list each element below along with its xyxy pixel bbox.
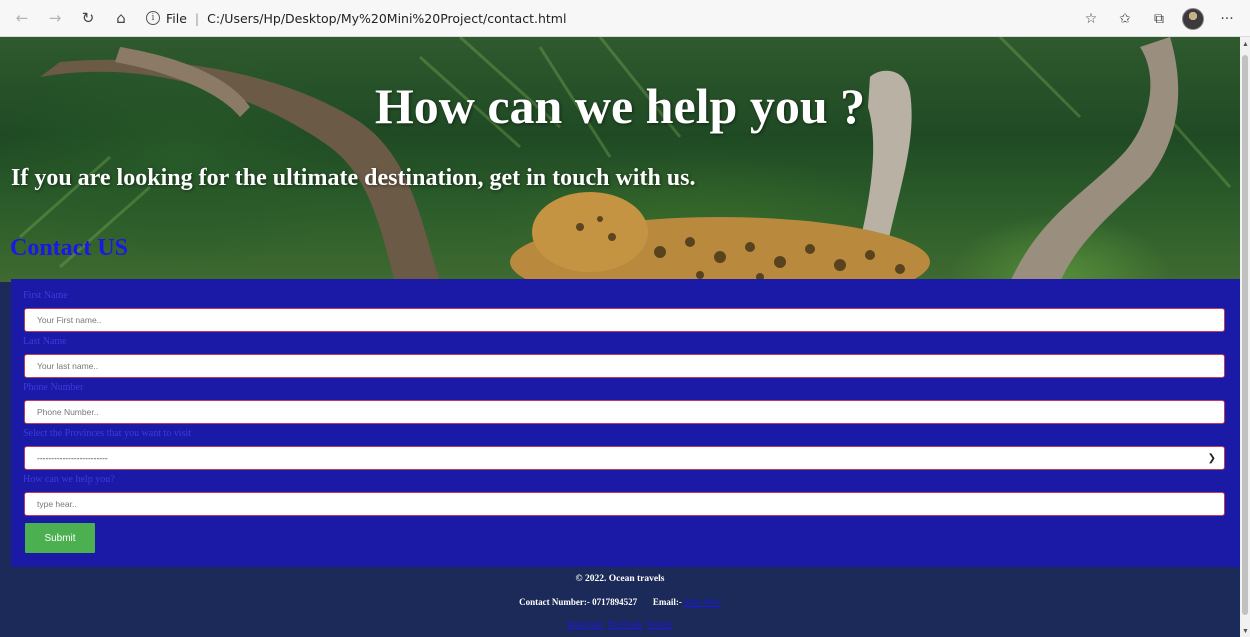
file-label: File — [166, 10, 187, 26]
phone-number-field[interactable]: Phone Number.. — [24, 400, 1225, 424]
first-name-field[interactable]: Your First name.. — [24, 308, 1225, 332]
page-viewport: How can we help you ? If you are looking… — [0, 37, 1240, 637]
email-label: Email:- — [652, 597, 682, 607]
scroll-up-icon[interactable]: ▲ — [1242, 40, 1249, 48]
browser-actions: ☆ ✩ ⧉ ··· — [1074, 0, 1244, 37]
contact-form: First Name Your First name.. Last Name Y… — [11, 279, 1240, 567]
province-selected-value: ------------------------- — [37, 453, 108, 463]
more-icon[interactable]: ··· — [1210, 11, 1244, 27]
hero-subtitle: If you are looking for the ultimate dest… — [11, 165, 696, 191]
scrollbar-thumb[interactable] — [1242, 55, 1248, 615]
footer-copyright: © 2022. Ocean travels — [575, 574, 665, 584]
refresh-icon[interactable]: ↻ — [77, 7, 99, 29]
address-separator: | — [194, 10, 200, 26]
social-links: Instagram Facebook Twitter — [0, 619, 1240, 629]
address-bar[interactable]: i File | C:/Users/Hp/Desktop/My%20Mini%2… — [146, 5, 566, 31]
phone-number-label: Phone Number — [23, 382, 84, 393]
profile-avatar[interactable] — [1182, 7, 1204, 30]
contact-section-title: Contact US — [10, 235, 128, 261]
contact-number: Contact Number:- 0717894527 — [519, 597, 638, 607]
back-arrow-icon[interactable]: ← — [11, 7, 33, 29]
help-message-field[interactable]: type hear.. — [24, 492, 1225, 516]
province-select-label: Select the Provinces that you want to vi… — [23, 428, 192, 439]
instagram-link[interactable]: Instagram — [567, 619, 603, 629]
url-text[interactable]: C:/Users/Hp/Desktop/My%20Mini%20Project/… — [207, 11, 566, 26]
first-name-label: First Name — [23, 290, 68, 301]
twitter-link[interactable]: Twitter — [647, 619, 673, 629]
favorites-icon[interactable]: ✩ — [1108, 11, 1142, 27]
page-scrollbar[interactable]: ▲ ▼ — [1240, 37, 1250, 637]
hero-background-image — [19, 37, 1232, 282]
collections-icon[interactable]: ⧉ — [1142, 11, 1176, 27]
home-icon[interactable]: ⌂ — [110, 7, 132, 29]
help-label: How can we help you? — [23, 474, 115, 485]
hero-banner: How can we help you ? If you are looking… — [0, 37, 1240, 282]
facebook-link[interactable]: Facebook — [608, 619, 643, 629]
footer: © 2022. Ocean travels Contact Number:- 0… — [0, 567, 1240, 637]
profile-slot — [1176, 7, 1210, 30]
province-select[interactable]: ------------------------- ❯ — [24, 446, 1225, 470]
email-link[interactable]: Mail Now — [684, 597, 721, 607]
info-icon[interactable]: i — [146, 11, 160, 25]
scroll-down-icon[interactable]: ▼ — [1242, 627, 1249, 635]
last-name-label: Last Name — [23, 336, 67, 347]
submit-button[interactable]: Submit — [25, 523, 95, 553]
last-name-field[interactable]: Your last name.. — [24, 354, 1225, 378]
add-favorite-icon[interactable]: ☆ — [1074, 11, 1108, 27]
hero-title: How can we help you ? — [374, 78, 866, 134]
browser-toolbar: ← → ↻ ⌂ i File | C:/Users/Hp/Desktop/My%… — [0, 0, 1250, 37]
footer-contact: Contact Number:- 0717894527 Email:- Mail… — [0, 597, 1240, 607]
forward-arrow-icon[interactable]: → — [44, 7, 66, 29]
chevron-down-icon: ❯ — [1207, 452, 1216, 464]
